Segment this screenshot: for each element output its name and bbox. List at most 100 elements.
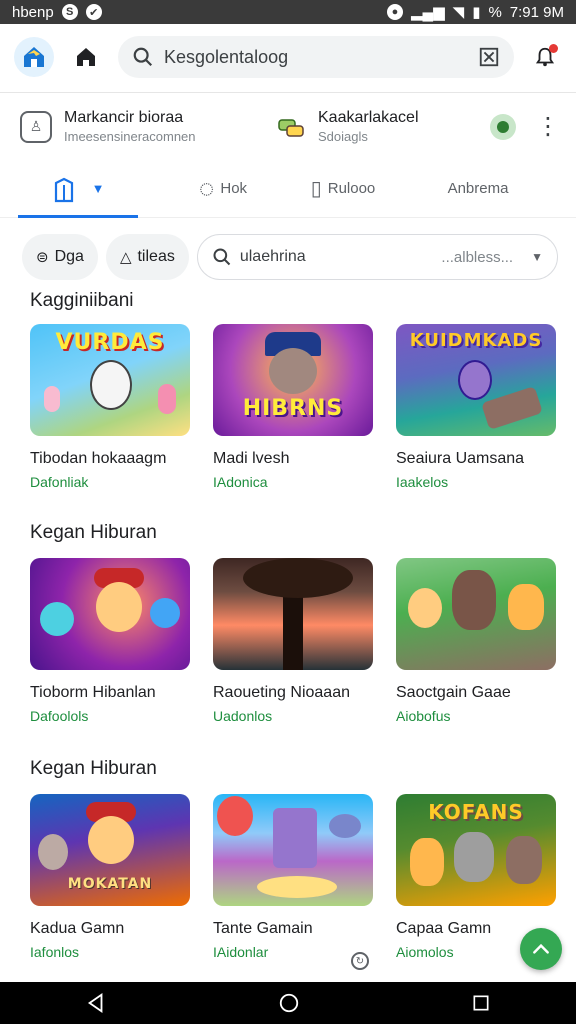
home-nav-icon[interactable]: [278, 992, 300, 1014]
filter-search-select[interactable]: ulaehrina ...albless... ▼: [196, 234, 558, 280]
chevron-down-icon: ▼: [91, 181, 105, 196]
game-thumbnail[interactable]: [30, 558, 190, 670]
filter-row: ⊜ Dga △ tileas ulaehrina ...albless... ▼: [22, 234, 558, 280]
section-title: Kegan Hiburan: [30, 522, 157, 543]
game-card[interactable]: Tioborm Hibanlan Dafoolols: [30, 558, 190, 724]
game-row: MOKATAN Kadua Gamn Iafonlos Tante Gamain…: [30, 794, 556, 960]
info-icon[interactable]: ↻: [351, 952, 369, 970]
game-thumbnail[interactable]: [213, 794, 373, 906]
recents-icon[interactable]: [471, 993, 491, 1013]
game-subtitle: Dafoolols: [30, 708, 89, 724]
notifications-button[interactable]: [528, 40, 562, 74]
game-title: Seaiura Uamsana: [396, 450, 525, 467]
tab-bar: ▼ ◌ Hok ▯ Rulooo Anbrema: [0, 160, 576, 218]
game-card[interactable]: Saoctgain Gaae Aiobofus: [396, 558, 556, 724]
tab-anbrema[interactable]: Anbrema: [418, 160, 538, 218]
game-subtitle: Iafonlos: [30, 944, 80, 960]
chevron-down-icon: ▼: [531, 250, 543, 264]
system-nav-bar: [0, 982, 576, 1024]
tab-library[interactable]: ▼: [18, 160, 138, 218]
game-title: Tioborm Hibanlan: [30, 684, 156, 701]
tab-rulooo[interactable]: ▯ Rulooo: [288, 160, 398, 218]
filter-select-hint: ...albless...: [441, 248, 514, 266]
library-icon: [54, 177, 73, 202]
notification-icon: S: [61, 4, 78, 20]
back-icon[interactable]: [85, 992, 107, 1014]
game-subtitle: IAidonlar: [213, 944, 269, 960]
status-left: hbenp S ✔: [12, 4, 102, 21]
record-icon: ●: [386, 4, 403, 20]
app-logo-icon[interactable]: [14, 37, 54, 77]
status-badge: [490, 113, 516, 140]
game-thumbnail[interactable]: [396, 558, 556, 670]
game-subtitle: Iaakelos: [396, 474, 449, 490]
thumbnail-title: VURDAS: [55, 330, 165, 355]
account-left[interactable]: Markancir bioraa Imeesensineracomnen: [64, 109, 264, 144]
account-right[interactable]: Kaakarlakacel Sdoiagls: [318, 109, 468, 144]
game-title: Madi lvesh: [213, 450, 290, 467]
tab-anbrema-label: Anbrema: [447, 180, 509, 197]
download-icon: ✔: [85, 4, 102, 20]
tag-icon: ⊜: [36, 249, 49, 266]
close-box-icon[interactable]: [478, 46, 500, 68]
game-title: Saoctgain Gaae: [396, 684, 511, 701]
bubble-icon: ◌: [198, 173, 215, 203]
game-row: Tioborm Hibanlan Dafoolols Raoueting Nio…: [30, 558, 556, 724]
triangle-icon: △: [119, 249, 132, 266]
game-row: VURDAS Tibodan hokaaagm Dafonliak HIBRNS…: [30, 324, 556, 490]
thumbnail-title: KOFANS: [428, 800, 524, 824]
game-title: Tante Gamain: [213, 920, 313, 937]
account-right-title: Kaakarlakacel: [318, 109, 419, 126]
top-bar: Kesgolentaloog: [0, 24, 576, 90]
filter-chip-dga[interactable]: ⊜ Dga: [22, 234, 98, 280]
status-right: ● ▂▄▆ ◥ ▮ % 7:91 9M: [386, 3, 564, 21]
thumbnail-title: MOKATAN: [67, 876, 153, 892]
game-card[interactable]: MOKATAN Kadua Gamn Iafonlos: [30, 794, 190, 960]
section-title: Kagginiibani: [30, 290, 134, 311]
filter-select-text: ulaehrina: [239, 248, 306, 265]
arrow-up-icon: [533, 943, 549, 954]
wifi-icon: ◥: [452, 4, 465, 21]
floating-action-button[interactable]: [520, 928, 562, 970]
game-thumbnail[interactable]: VURDAS: [30, 324, 190, 436]
game-card[interactable]: VURDAS Tibodan hokaaagm Dafonliak: [30, 324, 190, 490]
account-right-subtitle: Sdoiagls: [318, 129, 368, 144]
game-card[interactable]: Tante Gamain IAidonlar: [213, 794, 373, 960]
filter-chip-dga-label: Dga: [54, 248, 84, 265]
notification-dot: [549, 44, 558, 53]
search-input[interactable]: Kesgolentaloog: [164, 47, 468, 68]
game-subtitle: Uadonlos: [213, 708, 273, 724]
clock: 7:91 9M: [509, 3, 564, 21]
game-thumbnail[interactable]: KUIDMKADS: [396, 324, 556, 436]
user-card-icon[interactable]: ♙: [20, 110, 52, 143]
account-row: ♙ Markancir bioraa Imeesensineracomnen K…: [0, 92, 576, 160]
home-button[interactable]: [68, 39, 104, 75]
game-card[interactable]: KUIDMKADS Seaiura Uamsana Iaakelos: [396, 324, 556, 490]
game-thumbnail[interactable]: KOFANS: [396, 794, 556, 906]
search-icon: [133, 47, 153, 67]
game-thumbnail[interactable]: MOKATAN: [30, 794, 190, 906]
tab-hok[interactable]: ◌ Hok: [168, 160, 278, 218]
game-thumbnail[interactable]: [213, 558, 373, 670]
game-thumbnail[interactable]: HIBRNS: [213, 324, 373, 436]
home-icon: [77, 48, 95, 66]
game-card[interactable]: HIBRNS Madi lvesh IAdonica: [213, 324, 373, 490]
game-subtitle: Aiobofus: [396, 708, 451, 724]
account-left-title: Markancir bioraa: [64, 109, 184, 126]
thumbnail-title: HIBRNS: [242, 396, 344, 421]
thumbnail-title: KUIDMKADS: [409, 330, 543, 351]
search-bar[interactable]: Kesgolentaloog: [118, 36, 514, 78]
tab-hok-label: Hok: [220, 180, 248, 197]
carrier-label: hbenp: [12, 3, 54, 21]
account-left-subtitle: Imeesensineracomnen: [64, 129, 196, 144]
status-bar: hbenp S ✔ ● ▂▄▆ ◥ ▮ % 7:91 9M: [0, 0, 576, 24]
more-options-icon[interactable]: ⋮: [536, 114, 560, 139]
signal-icon: ▂▄▆: [410, 4, 445, 21]
gamepad-icon: [276, 112, 306, 142]
game-subtitle: IAdonica: [213, 474, 268, 490]
filter-chip-tileas[interactable]: △ tileas: [105, 234, 189, 280]
game-title: Kadua Gamn: [30, 920, 125, 937]
game-card[interactable]: Raoueting Nioaaan Uadonlos: [213, 558, 373, 724]
filter-chip-tileas-label: tileas: [137, 248, 175, 265]
game-title: Tibodan hokaaagm: [30, 450, 167, 467]
